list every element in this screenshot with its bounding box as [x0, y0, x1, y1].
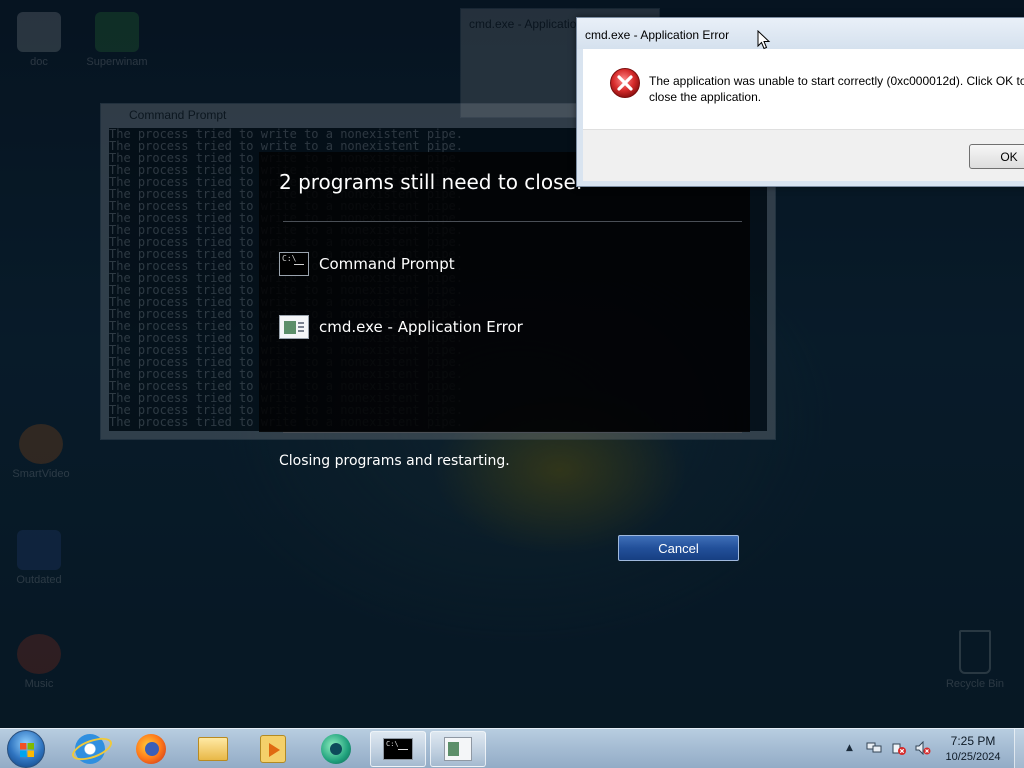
- folder-icon: [198, 737, 228, 761]
- cmd-icon: [279, 252, 309, 276]
- firefox-icon: [136, 734, 166, 764]
- action-center-icon[interactable]: [891, 741, 907, 755]
- app-error-icon: [444, 737, 472, 761]
- shutdown-divider-top: [283, 221, 742, 222]
- taskbar-file-explorer[interactable]: [185, 731, 241, 767]
- taskbar: ▲ 7:25 PM 10/25/2024: [0, 728, 1024, 768]
- shutdown-divider-bottom: [283, 432, 742, 433]
- media-player-icon: [260, 735, 286, 763]
- shutdown-heading: 2 programs still need to close:: [279, 170, 583, 194]
- clock-time: 7:25 PM: [950, 734, 996, 748]
- start-button[interactable]: [7, 730, 45, 768]
- error-x-icon: [610, 68, 640, 98]
- program-label: cmd.exe - Application Error: [319, 318, 523, 336]
- taskbar-firefox[interactable]: [123, 731, 179, 767]
- ie-icon: [75, 734, 105, 764]
- error-dialog-footer: OK: [583, 129, 1024, 181]
- error-dialog-content: The application was unable to start corr…: [583, 49, 1024, 129]
- clock-date: 10/25/2024: [945, 751, 1001, 763]
- show-desktop-button[interactable]: [1014, 729, 1024, 768]
- show-hidden-icons-button[interactable]: ▲: [846, 743, 853, 753]
- cancel-button[interactable]: Cancel: [618, 535, 739, 561]
- network-icon[interactable]: [866, 741, 882, 755]
- cmd-icon: [383, 738, 413, 760]
- app-error-icon: [279, 315, 309, 339]
- taskbar-application-error[interactable]: [430, 731, 486, 767]
- taskbar-command-prompt[interactable]: [370, 731, 426, 767]
- error-dialog-title: cmd.exe - Application Error: [585, 28, 730, 42]
- shutdown-status: Closing programs and restarting.: [279, 453, 510, 469]
- error-dialog-titlebar[interactable]: cmd.exe - Application Error: [577, 18, 1024, 49]
- error-message: The application was unable to start corr…: [649, 74, 1024, 104]
- shutdown-program-application-error: cmd.exe - Application Error: [279, 313, 523, 341]
- windows-logo-icon: [20, 743, 34, 757]
- shutdown-program-command-prompt: Command Prompt: [279, 250, 455, 278]
- taskbar-internet-explorer[interactable]: [62, 731, 118, 767]
- taskbar-clock[interactable]: 7:25 PM 10/25/2024: [936, 734, 1010, 765]
- volume-muted-icon[interactable]: [915, 741, 931, 755]
- taskbar-app[interactable]: [308, 731, 364, 767]
- ok-button[interactable]: OK: [969, 144, 1024, 169]
- app-icon: [321, 734, 351, 764]
- program-label: Command Prompt: [319, 255, 455, 273]
- shutdown-program-panel: [259, 152, 750, 432]
- mouse-cursor-icon: [757, 30, 771, 50]
- taskbar-media-player[interactable]: [245, 731, 301, 767]
- error-dialog: cmd.exe - Application Error The applicat…: [576, 17, 1024, 187]
